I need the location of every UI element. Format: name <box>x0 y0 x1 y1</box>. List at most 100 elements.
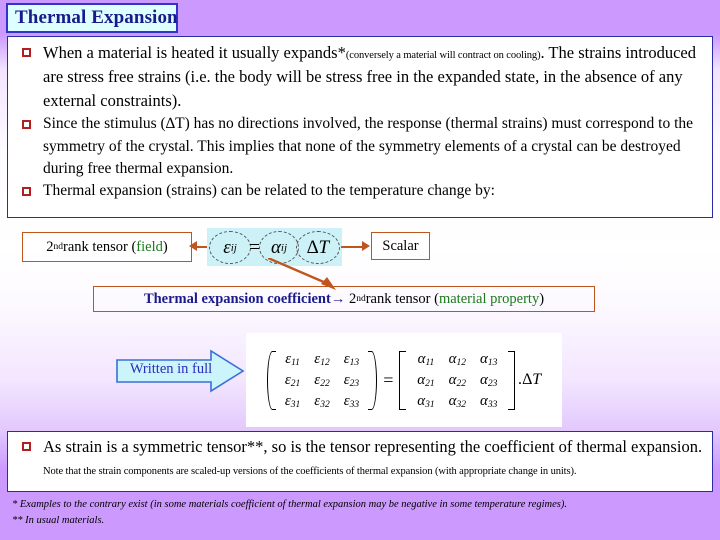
matrix-cell: ε33 <box>337 391 366 412</box>
lower-content-panel: As strain is a symmetric tensor**, so is… <box>7 431 713 492</box>
alpha-letter: α <box>448 350 457 367</box>
table-row: α31 α32 α33 <box>410 391 504 412</box>
list-item: Since the stimulus (∆T) has no direction… <box>14 113 706 179</box>
field-tensor-prefix: 2 <box>46 238 54 255</box>
alpha-index: 13 <box>487 357 498 368</box>
matrix-cell: ε32 <box>307 391 336 412</box>
field-tensor-label-box: 2nd rank tensor (field) <box>22 232 192 262</box>
eps-index: 11 <box>291 357 300 368</box>
alpha-index: 21 <box>425 378 435 389</box>
matrix-cell: α32 <box>442 391 473 412</box>
matrix-cell: ε12 <box>307 349 336 370</box>
page-title: Thermal Expansion <box>15 7 178 28</box>
arrow-to-scalar-head-icon <box>362 241 370 251</box>
coefficient-arrow-glyph: → <box>330 290 346 307</box>
field-tensor-suffix: ) <box>162 238 168 255</box>
field-tensor-green: field <box>136 238 163 255</box>
scalar-label: Scalar <box>382 237 419 254</box>
upper-content-panel: When a material is heated it usually exp… <box>7 36 713 218</box>
alpha-subscript: ij <box>280 241 288 254</box>
matrix-cell: α11 <box>410 349 441 370</box>
bullet-1-parenthetical: (conversely a material will contract on … <box>345 50 541 61</box>
coefficient-rank-sup: nd <box>356 294 366 304</box>
list-item: Thermal expansion (strains) can be relat… <box>14 180 706 202</box>
footnote-2: ** In usual materials. <box>12 514 105 526</box>
table-row: α21 α22 α23 <box>410 370 504 391</box>
epsilon-term-circle: ε ij <box>209 231 251 264</box>
coefficient-blue-text: Thermal expansion coefficient <box>143 290 331 307</box>
table-row: ε11 ε12 ε13 <box>278 349 366 370</box>
coefficient-suffix: ) <box>539 290 545 307</box>
alpha-symbol: α <box>270 236 281 258</box>
eps-index: 12 <box>320 357 330 368</box>
bottom-bullet-text: As strain is a symmetric tensor**, so is… <box>43 435 706 481</box>
matrix-cell: ε22 <box>307 370 336 391</box>
field-tensor-mid: rank tensor ( <box>63 238 137 255</box>
eps-index: 21 <box>290 378 301 389</box>
alpha-index: 22 <box>456 378 467 389</box>
eps-index: 32 <box>320 399 330 410</box>
matrix-equals-sign: = <box>382 369 395 390</box>
alpha-letter: α <box>448 371 457 388</box>
alpha-letter: α <box>417 392 426 409</box>
alpha-index: 32 <box>456 399 467 410</box>
alpha-matrix: α11 α12 α13 α21 α22 α23 α31 α32 α33 <box>399 349 516 412</box>
alpha-matrix-table: α11 α12 α13 α21 α22 α23 α31 α32 α33 <box>410 349 504 412</box>
matrix-cell: ε21 <box>278 370 307 391</box>
strain-matrix-table: ε11 ε12 ε13 ε21 ε22 ε23 ε31 ε32 ε33 <box>278 349 366 412</box>
matrix-cell: α23 <box>473 370 504 391</box>
alpha-letter: α <box>480 392 488 409</box>
strain-matrix: ε11 ε12 ε13 ε21 ε22 ε23 ε31 ε32 ε33 <box>266 349 378 412</box>
alpha-index: 11 <box>425 357 435 368</box>
eps-index: 13 <box>349 357 360 368</box>
matrix-cell: ε13 <box>337 349 366 370</box>
matrix-cell: ε23 <box>337 370 366 391</box>
footnote-1: * Examples to the contrary exist (in som… <box>12 499 568 510</box>
bottom-bullet-lead: As strain is a symmetric tensor**, so is… <box>43 437 703 456</box>
alpha-letter: α <box>480 350 488 367</box>
matrix-cell: α21 <box>410 370 441 391</box>
matrix-cell: α31 <box>410 391 441 412</box>
table-row: ε31 ε32 ε33 <box>278 391 366 412</box>
bullet-text-3: Thermal expansion (strains) can be relat… <box>43 181 495 199</box>
eps-index: 33 <box>349 399 360 410</box>
coefficient-rank-num: 2 <box>348 290 357 307</box>
coefficient-label-box: Thermal expansion coefficient → 2nd rank … <box>93 286 595 312</box>
table-row: α11 α12 α13 <box>410 349 504 370</box>
bottom-bullet-note: Note that the strain components are scal… <box>43 466 577 478</box>
bullet-text-2: Since the stimulus (∆T) has no direction… <box>43 115 694 177</box>
footnotes: * Examples to the contrary exist (in som… <box>12 497 712 529</box>
epsilon-symbol: ε <box>223 236 231 258</box>
field-tensor-sup: nd <box>53 242 64 252</box>
delta-t-symbol: ∆T <box>306 236 330 258</box>
alpha-letter: α <box>448 392 457 409</box>
eps-index: 23 <box>349 378 360 389</box>
square-bullet-icon <box>22 120 31 130</box>
matrix-cell: ε11 <box>278 349 307 370</box>
alpha-letter: α <box>417 350 426 367</box>
bullet-1-lead: When a material is heated it usually exp… <box>43 43 346 62</box>
square-bullet-icon <box>22 48 31 57</box>
bullet-text-1: When a material is heated it usually exp… <box>43 41 706 113</box>
delta-t-multiplier: .∆T <box>518 371 542 388</box>
arrow-to-field-label-head-icon <box>189 241 197 251</box>
alpha-index: 31 <box>425 399 435 410</box>
slide-title-box: Thermal Expansion <box>6 3 178 33</box>
alpha-index: 12 <box>456 357 467 368</box>
written-in-full-label: Written in full <box>129 361 213 377</box>
alpha-index: 33 <box>487 399 498 410</box>
matrix-cell: ε31 <box>278 391 307 412</box>
list-item: As strain is a symmetric tensor**, so is… <box>14 435 706 481</box>
arrow-to-scalar-line <box>341 246 364 248</box>
coefficient-rank-rest: rank tensor ( <box>365 290 439 307</box>
slide-canvas: Thermal Expansion When a material is hea… <box>0 0 720 540</box>
epsilon-subscript: ij <box>230 241 237 254</box>
eps-index: 22 <box>320 378 330 389</box>
matrix-cell: α12 <box>442 349 473 370</box>
matrix-cell: α33 <box>473 391 504 412</box>
matrix-cell: α13 <box>473 349 504 370</box>
table-row: ε21 ε22 ε23 <box>278 370 366 391</box>
square-bullet-icon <box>22 186 31 196</box>
matrix-equation-panel: ε11 ε12 ε13 ε21 ε22 ε23 ε31 ε32 ε33 = α1… <box>246 333 562 427</box>
coefficient-green-text: material property <box>438 290 540 307</box>
